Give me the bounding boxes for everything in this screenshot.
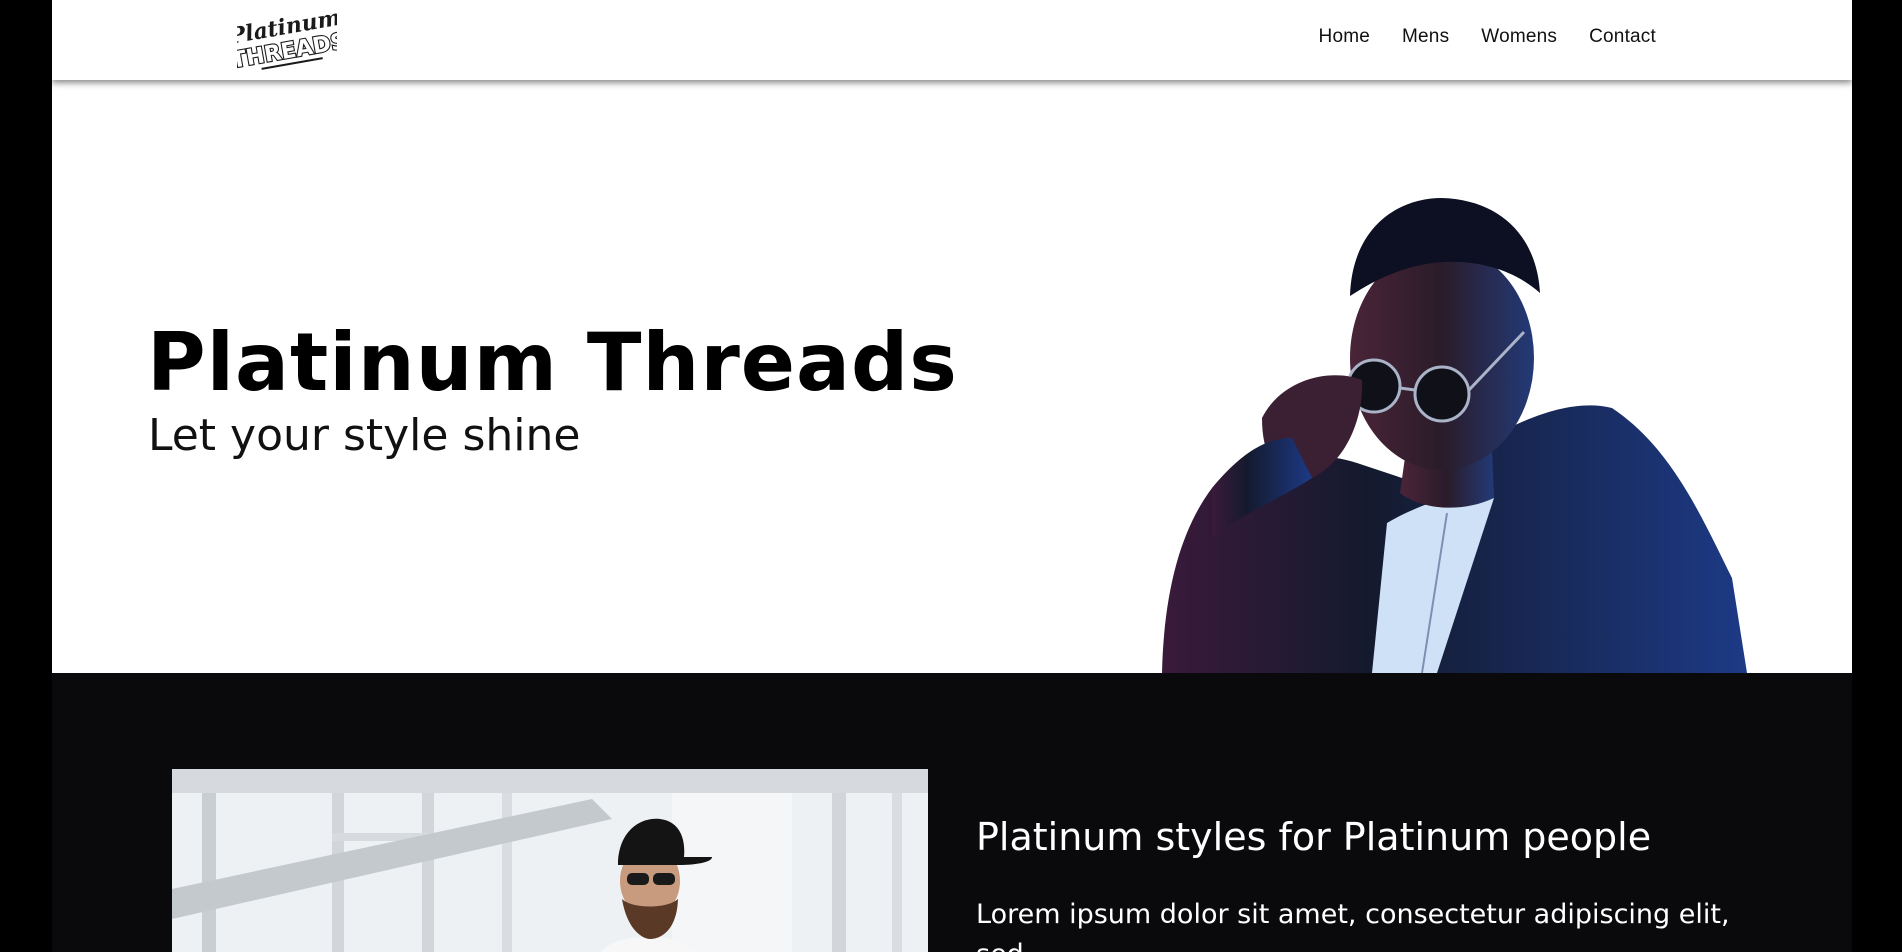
feature-title: Platinum styles for Platinum people: [976, 815, 1652, 859]
page: Platinum THREADS Home Mens Womens Contac…: [52, 0, 1852, 952]
feature-text: Lorem ipsum dolor sit amet, consectetur …: [976, 899, 1730, 952]
feature-section: Platinum styles for Platinum people Lore…: [52, 673, 1852, 952]
feature-image: [172, 769, 928, 952]
hero-image: [1142, 118, 1762, 674]
nav-mens-link[interactable]: Mens: [1402, 26, 1449, 48]
hero-subtitle: Let your style shine: [148, 410, 581, 461]
hero-title: Platinum Threads: [147, 316, 958, 409]
nav-contact-link[interactable]: Contact: [1589, 26, 1656, 48]
site-header: Platinum THREADS Home Mens Womens Contac…: [52, 0, 1852, 80]
hero-section: Platinum Threads Let your style shine: [52, 80, 1852, 674]
nav-womens-link[interactable]: Womens: [1481, 26, 1557, 48]
main-nav: Home Mens Womens Contact: [1319, 26, 1656, 48]
brand-logo[interactable]: Platinum THREADS: [226, 4, 350, 76]
nav-home-link[interactable]: Home: [1319, 26, 1370, 48]
logo-mark: Platinum THREADS: [226, 5, 350, 75]
